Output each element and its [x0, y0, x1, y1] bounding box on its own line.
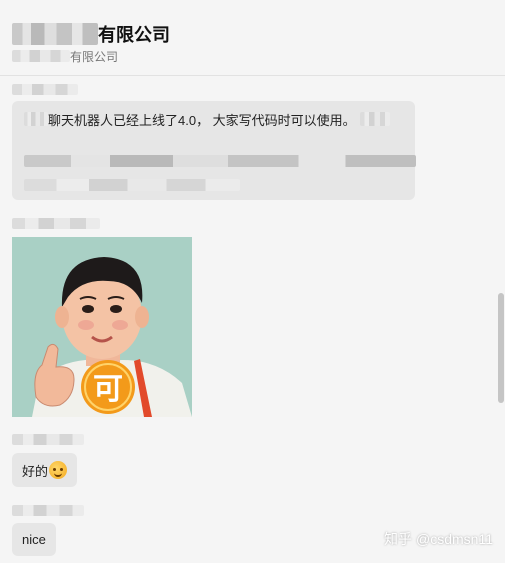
redacted-text-line — [24, 179, 240, 191]
message-line: 聊天机器人已经上线了4.0， 大家写代码时可以使用。 — [24, 110, 390, 128]
watermark-handle: @csdmsn11 — [416, 531, 493, 547]
sender-name-redacted — [12, 505, 84, 516]
redacted-text — [359, 112, 390, 126]
sticker-image[interactable]: 可 — [12, 237, 192, 417]
chat-header: 有限公司 有限公司 — [0, 0, 505, 76]
chat-subtitle: 有限公司 — [70, 49, 119, 64]
message-text: nice — [22, 532, 46, 547]
chat-title-row: 有限公司 — [12, 22, 170, 46]
message-text: 聊天机器人已经上线了4.0， 大家写代码时可以使用。 — [48, 112, 356, 128]
sender-name-redacted — [12, 84, 78, 95]
boy-thumbs-up-sticker: 可 — [12, 237, 192, 417]
message-bubble[interactable]: nice — [12, 523, 56, 556]
watermark-site: 知乎 — [384, 531, 413, 547]
message-bubble[interactable]: 聊天机器人已经上线了4.0， 大家写代码时可以使用。 — [12, 101, 416, 200]
redacted-text-line — [24, 155, 416, 167]
sticker-badge-char: 可 — [93, 372, 123, 407]
sender-name-redacted — [12, 434, 84, 445]
chat-subtitle-row: 有限公司 — [12, 47, 118, 65]
redacted-subtitle — [12, 50, 70, 62]
redacted-name — [12, 23, 98, 45]
message-bubble[interactable]: 好的 — [12, 453, 78, 487]
message-text: 好的 — [22, 463, 49, 479]
watermark: 知乎 @csdmsn11 — [384, 529, 493, 549]
sender-name-redacted — [12, 218, 100, 229]
redacted-text — [24, 112, 48, 126]
scrollbar-thumb[interactable] — [498, 293, 504, 403]
smiling-face-emoji-icon — [49, 461, 68, 479]
chat-title: 有限公司 — [98, 25, 170, 45]
